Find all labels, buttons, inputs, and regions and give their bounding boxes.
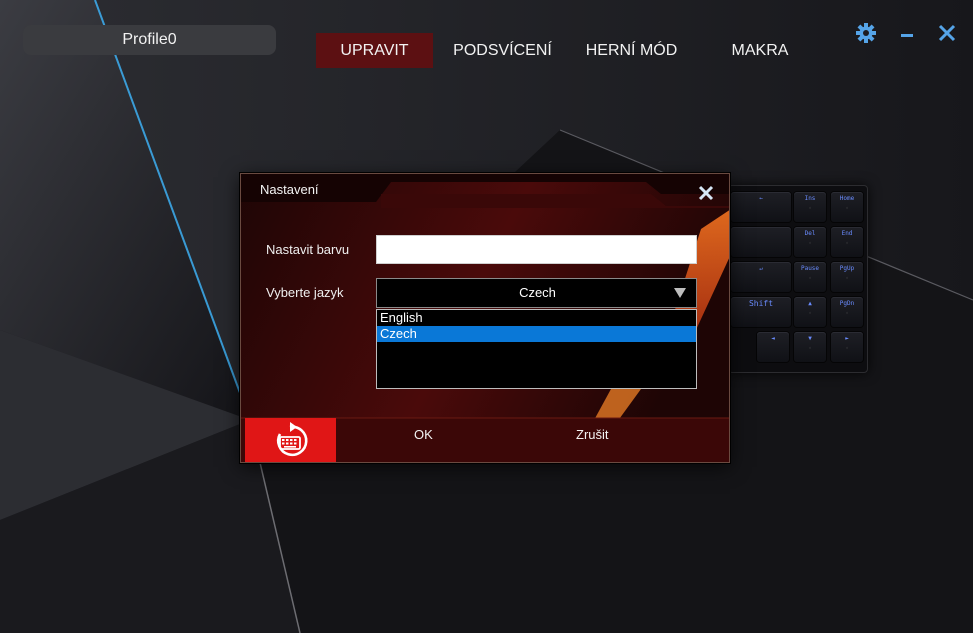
keyboard-key: Ins ◦ [794, 192, 826, 222]
reset-keyboard-button[interactable] [245, 418, 336, 462]
profile-selector[interactable]: Profile0 [23, 25, 276, 55]
language-label: Vyberte jazyk [266, 285, 344, 300]
keyboard-key: PgUp ◦ [831, 262, 863, 292]
keyboard-key: ▲ ◦ [794, 297, 826, 327]
keyboard-key: End ◦ [831, 227, 863, 257]
color-label: Nastavit barvu [266, 242, 350, 257]
dialog-title: Nastavení [260, 182, 319, 197]
close-icon[interactable] [936, 22, 958, 44]
tab-podsviceni[interactable]: PODSVÍCENÍ [443, 33, 562, 68]
key-label: ◄ [771, 335, 775, 342]
keyboard-key: ◄ [757, 332, 789, 362]
language-option-english[interactable]: English [377, 310, 696, 326]
key-label: Del [804, 230, 816, 237]
dialog-close-icon[interactable] [697, 184, 715, 202]
settings-dialog: Nastavení Nastavit barvu Vyberte jazyk C… [240, 173, 730, 463]
key-label: PgUp [839, 265, 855, 272]
key-label: ← [759, 195, 763, 202]
keyboard-preview: ← Ins ◦ Home ◦ Del ◦ End ◦ ↵ Pause ◦ PgUp ◦ Sh… [728, 185, 868, 373]
keyboard-key: ↵ [731, 262, 791, 292]
key-label: ▲ [808, 300, 812, 307]
tab-herni-mod[interactable]: HERNÍ MÓD [575, 33, 688, 68]
color-input[interactable] [376, 235, 697, 264]
keyboard-key: Del ◦ [794, 227, 826, 257]
keyboard-key: ← [731, 192, 791, 222]
minimize-icon[interactable] [896, 22, 918, 44]
tab-upravit[interactable]: UPRAVIT [316, 33, 433, 68]
keyboard-key [731, 227, 791, 257]
language-select-value: Czech [519, 285, 556, 300]
tab-makra[interactable]: MAKRA [715, 33, 805, 68]
key-label: ▼ [808, 335, 812, 342]
ok-button[interactable]: OK [414, 427, 433, 442]
key-label: Ins [804, 195, 816, 202]
language-options-list[interactable]: English Czech [376, 309, 697, 389]
language-option-czech[interactable]: Czech [377, 326, 696, 342]
key-label: Home [839, 195, 855, 202]
keyboard-key: ▼ ◦ [794, 332, 826, 362]
keyboard-key: PgDn ◦ [831, 297, 863, 327]
keyboard-key: Pause ◦ [794, 262, 826, 292]
keyboard-reset-icon [276, 422, 308, 457]
keyboard-key: Shift [731, 297, 791, 327]
gear-icon[interactable] [855, 22, 877, 44]
key-label: ↵ [759, 265, 763, 272]
keyboard-key: ► ◦ [831, 332, 863, 362]
keyboard-key: Home ◦ [831, 192, 863, 222]
triangle-down-icon[interactable] [673, 287, 687, 299]
key-label: Shift [748, 299, 774, 308]
key-label: PgDn [839, 300, 855, 307]
key-label: ► [845, 335, 849, 342]
key-label: End [841, 230, 853, 237]
language-select[interactable]: Czech [376, 278, 697, 308]
cancel-button[interactable]: Zrušit [576, 427, 609, 442]
key-label: Pause [800, 265, 820, 272]
